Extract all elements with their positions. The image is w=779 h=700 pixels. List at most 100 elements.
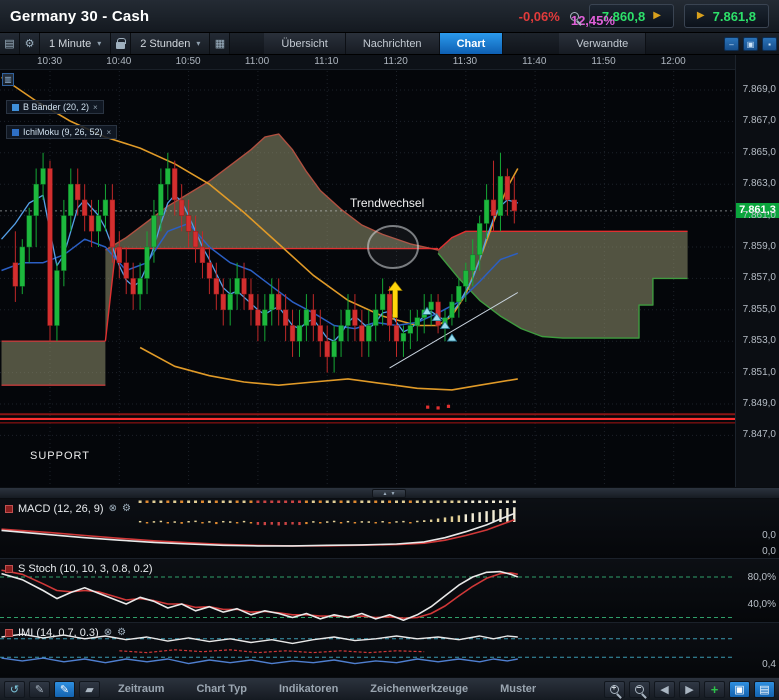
stoch-bullet-icon <box>5 565 13 573</box>
price-label: 7.859,0 <box>743 241 776 252</box>
price-axis[interactable]: 7.861,3 7.869,07.867,07.865,07.863,07.86… <box>735 55 779 487</box>
view-tabs: Übersicht Nachrichten Chart Verwandte <box>264 33 646 54</box>
bbands-chip-label: B Bänder (20, 2) <box>23 102 89 112</box>
tab-uebersicht[interactable]: Übersicht <box>264 33 345 54</box>
imi-close-icon[interactable]: ⊗ <box>104 628 112 638</box>
price-label: 7.849,0 <box>743 398 776 409</box>
time-label: 10:40 <box>106 56 131 67</box>
bottom-toolbar: ↺ ✎ ✎ ▰ Zeitraum Chart Typ Indikatoren Z… <box>0 677 779 700</box>
panel-divider: ▲ ▼ <box>0 487 779 499</box>
panel-corner-icon[interactable]: ▥ <box>2 73 14 86</box>
time-label: 10:30 <box>37 56 62 67</box>
stoch-label-row: S Stoch (10, 10, 3, 0.8, 0.2) <box>5 563 153 575</box>
price-label: 7.869,0 <box>743 84 776 95</box>
calendar-icon[interactable]: ▦ <box>210 33 230 54</box>
timespan-select[interactable]: 2 Stunden ▾ <box>131 33 210 54</box>
trend-annotation: Trendwechsel <box>350 196 424 210</box>
menu-zeitraum[interactable]: Zeitraum <box>104 683 178 695</box>
lock-button[interactable] <box>111 33 131 54</box>
time-label: 11:20 <box>384 56 408 67</box>
grid-layout-icon[interactable]: ▤ <box>754 681 775 698</box>
ichimoku-color-swatch <box>12 129 19 136</box>
macd-axis-label: 0,0 <box>762 530 776 541</box>
collapse-panels-button[interactable]: ▲ ▼ <box>372 489 406 498</box>
zoom-in-icon[interactable]: + <box>604 681 625 698</box>
price-label: 7.855,0 <box>743 304 776 315</box>
menu-chart-typ[interactable]: Chart Typ <box>182 683 261 695</box>
tab-nachrichten[interactable]: Nachrichten <box>346 33 440 54</box>
macd-axis-label: 0,0 <box>762 546 776 557</box>
collapse-down-icon: ▼ <box>391 491 396 497</box>
menu-zeichenwerkzeuge[interactable]: Zeichenwerkzeuge <box>356 683 482 695</box>
indicator-chip-ichimoku[interactable]: IchiMoku (9, 26, 52) × <box>6 125 117 139</box>
chevron-down-icon: ▾ <box>97 39 101 48</box>
time-label: 12:00 <box>661 56 686 67</box>
magnifier-plus-icon: + <box>610 685 619 694</box>
macd-label-row: MACD (12, 26, 9) ⊗ ⚙ <box>5 503 131 515</box>
price-label: 7.865,0 <box>743 147 776 158</box>
pan-right-icon[interactable]: ▶ <box>679 681 700 698</box>
price-label: 7.861,0 <box>743 210 776 221</box>
buy-arrow-icon: ▶ <box>697 11 705 21</box>
buy-price-button[interactable]: ▶ 7.861,8 <box>684 4 769 28</box>
chevron-down-icon: ▾ <box>196 39 200 48</box>
macd-gear-icon[interactable]: ⚙ <box>122 504 131 514</box>
lock-icon <box>116 42 125 49</box>
chart-toolbar: ▤ ⚙ 1 Minute ▾ 2 Stunden ▾ ▦ Übersicht N… <box>0 33 779 55</box>
collapse-up-icon: ▲ <box>383 491 388 497</box>
price-chart[interactable]: 10:3010:4010:5011:0011:1011:2011:3011:40… <box>0 55 735 487</box>
price-label: 7.853,0 <box>743 335 776 346</box>
price-chart-canvas <box>0 55 735 487</box>
zoom-out-icon[interactable]: − <box>629 681 650 698</box>
close-icon[interactable]: × <box>107 128 112 137</box>
eraser-icon[interactable]: ▰ <box>79 681 100 698</box>
close-icon[interactable]: × <box>93 103 98 112</box>
time-label: 11:50 <box>591 56 615 67</box>
menu-muster[interactable]: Muster <box>486 683 550 695</box>
time-axis: 10:3010:4010:5011:0011:1011:2011:3011:40… <box>0 55 735 70</box>
sell-arrow-icon: ▶ <box>653 11 661 21</box>
stoch-label: S Stoch (10, 10, 3, 0.8, 0.2) <box>18 563 153 575</box>
time-label: 11:00 <box>245 56 269 67</box>
toolbar-spacer <box>646 33 722 54</box>
minimize-icon[interactable]: – <box>724 37 739 51</box>
pin-icon[interactable]: ▪ <box>762 37 777 51</box>
buy-price-value: 7.861,8 <box>713 9 756 24</box>
settings-gear-icon[interactable]: ⚙ <box>20 33 40 54</box>
ichimoku-chip-label: IchiMoku (9, 26, 52) <box>23 127 103 137</box>
tab-chart[interactable]: Chart <box>440 33 504 54</box>
imi-label-row: IMI (14, 0.7, 0.3) ⊗ ⚙ <box>5 627 126 639</box>
plus-icon: + <box>711 682 719 697</box>
bbands-color-swatch <box>12 104 19 111</box>
tab-verwandte[interactable]: Verwandte <box>559 33 646 54</box>
menu-indikatoren[interactable]: Indikatoren <box>265 683 352 695</box>
imi-bullet-icon <box>5 629 13 637</box>
stochastic-panel[interactable]: S Stoch (10, 10, 3, 0.8, 0.2) 80,0% 40,0… <box>0 558 779 622</box>
undo-icon[interactable]: ↺ <box>4 681 25 698</box>
imi-gear-icon[interactable]: ⚙ <box>117 628 126 638</box>
macd-label: MACD (12, 26, 9) <box>18 503 104 515</box>
pencil-icon[interactable]: ✎ <box>29 681 50 698</box>
time-label: 11:10 <box>314 56 338 67</box>
price-label: 7.857,0 <box>743 272 776 283</box>
support-annotation: SUPPORT <box>30 450 90 462</box>
watchlist-icon[interactable]: ▤ <box>0 33 20 54</box>
range-percent: 12,45% <box>570 12 579 21</box>
magnifier-minus-icon: − <box>635 685 644 694</box>
add-chart-icon[interactable]: + <box>704 681 725 698</box>
macd-close-icon[interactable]: ⊗ <box>109 504 117 514</box>
stoch-axis-label: 80,0% <box>748 572 776 583</box>
indicator-chip-bbands[interactable]: B Bänder (20, 2) × <box>6 100 104 114</box>
draw-mode-icon[interactable]: ✎ <box>54 681 75 698</box>
interval-select[interactable]: 1 Minute ▾ <box>40 33 111 54</box>
layout-icon[interactable]: ▣ <box>729 681 750 698</box>
macd-panel[interactable]: MACD (12, 26, 9) ⊗ ⚙ 0,0 0,0 <box>0 499 779 558</box>
pan-left-icon[interactable]: ◀ <box>654 681 675 698</box>
time-label: 11:30 <box>453 56 477 67</box>
imi-panel[interactable]: IMI (14, 0.7, 0.3) ⊗ ⚙ 0,4 <box>0 622 779 677</box>
restore-icon[interactable]: ▣ <box>743 37 758 51</box>
change-percent: -0,06% <box>519 9 560 24</box>
price-label: 7.867,0 <box>743 115 776 126</box>
imi-label: IMI (14, 0.7, 0.3) <box>18 627 99 639</box>
instrument-header: Germany 30 - Cash -0,06% 12,45% 7.860,8 … <box>0 0 779 33</box>
